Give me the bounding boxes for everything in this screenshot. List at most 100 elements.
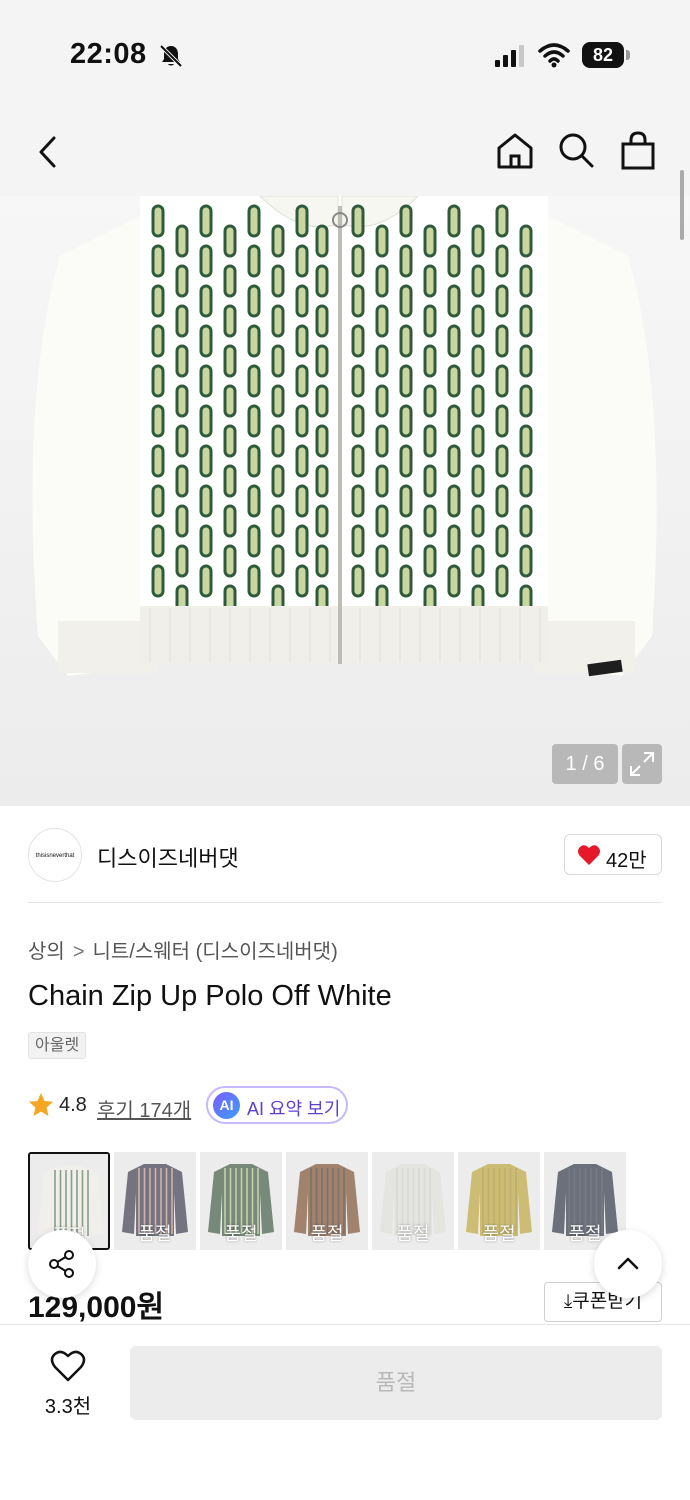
chain-link <box>247 444 261 478</box>
chain-link <box>295 484 309 518</box>
chain-link <box>519 344 533 378</box>
sold-out-label: 품절 <box>224 1224 258 1244</box>
rating-value: 4.8 <box>59 1094 87 1116</box>
chain-link <box>447 564 461 598</box>
color-option[interactable]: 품절 <box>114 1152 196 1250</box>
share-button[interactable] <box>28 1230 96 1298</box>
chain-link <box>375 464 389 498</box>
chain-link <box>519 264 533 298</box>
search-icon[interactable] <box>556 130 596 170</box>
chain-link <box>375 344 389 378</box>
brand-name[interactable]: 디스이즈네버댓 <box>97 841 239 873</box>
sold-out-button[interactable]: 품절 <box>130 1346 662 1420</box>
home-icon[interactable] <box>494 130 536 172</box>
chain-link <box>399 564 413 598</box>
chain-link <box>315 344 329 378</box>
chain-link <box>199 444 213 478</box>
brand-like-button[interactable]: 42만 <box>564 834 662 875</box>
brand-like-count: 42만 <box>606 850 647 872</box>
chain-link <box>471 304 485 338</box>
wifi-icon <box>538 43 570 68</box>
chain-link <box>423 384 437 418</box>
chain-link <box>175 384 189 418</box>
chain-link <box>519 504 533 538</box>
chain-link <box>375 544 389 578</box>
chain-link <box>295 564 309 598</box>
chain-link <box>271 544 285 578</box>
chain-link <box>151 324 165 358</box>
chain-link <box>375 304 389 338</box>
chain-link <box>315 384 329 418</box>
chain-link <box>495 284 509 318</box>
chain-link <box>175 544 189 578</box>
color-option[interactable]: 품절 <box>286 1152 368 1250</box>
chain-link <box>351 404 365 438</box>
breadcrumb-subcategory[interactable]: 니트/스웨터 (디스이즈네버댓) <box>93 941 338 963</box>
wishlist-count: 3.3천 <box>44 1396 92 1418</box>
chain-link <box>175 424 189 458</box>
chain-link <box>199 324 213 358</box>
chain-link <box>351 284 365 318</box>
chain-link <box>223 344 237 378</box>
chain-link <box>247 364 261 398</box>
product-image[interactable] <box>0 196 690 806</box>
chain-link <box>351 204 365 238</box>
chain-link <box>447 244 461 278</box>
chain-link <box>151 484 165 518</box>
chain-link <box>151 244 165 278</box>
breadcrumb-category[interactable]: 상의 <box>28 941 65 963</box>
brand-logo[interactable]: thisisneverthat <box>28 828 82 882</box>
page-scrollbar[interactable] <box>680 170 684 240</box>
chain-link <box>271 424 285 458</box>
battery-level: 82 <box>582 42 624 68</box>
chain-link <box>399 444 413 478</box>
chevron-left-icon[interactable] <box>30 132 66 172</box>
chain-link <box>495 244 509 278</box>
chain-link <box>295 244 309 278</box>
cellular-signal-icon <box>495 45 524 67</box>
chain-link <box>351 324 365 358</box>
chain-link <box>495 364 509 398</box>
chain-link <box>447 324 461 358</box>
chain-link <box>295 364 309 398</box>
star-icon <box>29 1093 53 1116</box>
color-option[interactable]: 품절 <box>458 1152 540 1250</box>
chain-link <box>351 484 365 518</box>
chain-link <box>351 244 365 278</box>
shopping-bag-icon[interactable] <box>618 130 658 172</box>
review-count-link[interactable]: 후기 174개 <box>97 1094 191 1123</box>
color-option[interactable]: 품절 <box>200 1152 282 1250</box>
color-option[interactable]: 품절 <box>372 1152 454 1250</box>
scroll-to-top-button[interactable] <box>594 1230 662 1298</box>
chain-link <box>223 504 237 538</box>
chain-link <box>151 444 165 478</box>
chain-link <box>199 404 213 438</box>
chain-link <box>295 324 309 358</box>
chain-link <box>351 444 365 478</box>
chain-link <box>199 204 213 238</box>
heart-outline-icon[interactable] <box>50 1349 86 1383</box>
chain-link <box>247 204 261 238</box>
chain-link <box>151 284 165 318</box>
chain-link <box>471 344 485 378</box>
image-counter: 1 / 6 <box>552 744 618 784</box>
chain-link <box>223 424 237 458</box>
chain-link <box>423 504 437 538</box>
chain-link <box>271 224 285 258</box>
chain-link <box>223 224 237 258</box>
chain-link <box>471 384 485 418</box>
chain-link <box>151 564 165 598</box>
chain-link <box>471 464 485 498</box>
chain-link <box>495 444 509 478</box>
breadcrumb: 상의 > 니트/스웨터 (디스이즈네버댓) <box>28 935 338 964</box>
chain-link <box>175 264 189 298</box>
chain-link <box>223 304 237 338</box>
chain-link <box>471 504 485 538</box>
ai-summary-button[interactable]: AI AI 요약 보기 <box>206 1086 348 1124</box>
chain-link <box>423 344 437 378</box>
chain-link <box>519 224 533 258</box>
chain-link <box>271 504 285 538</box>
expand-image-button[interactable] <box>622 744 662 784</box>
chain-link <box>223 464 237 498</box>
chain-link <box>519 424 533 458</box>
